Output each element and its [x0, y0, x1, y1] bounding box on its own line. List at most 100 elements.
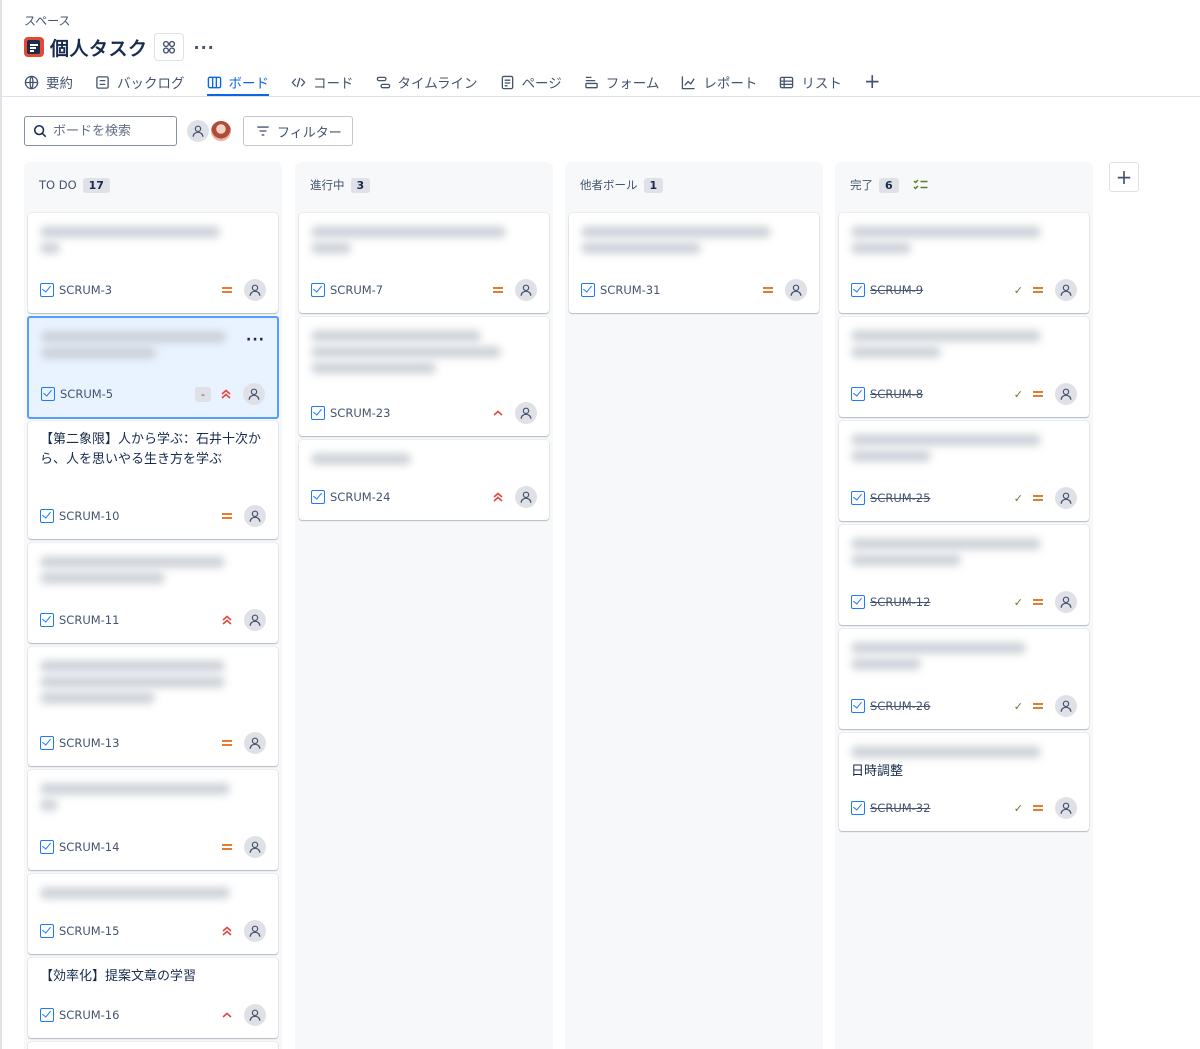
backlog-icon: [96, 75, 109, 89]
assignee-avatar[interactable]: [244, 505, 266, 527]
column-header: 進行中 3: [310, 177, 371, 193]
assignee-avatar[interactable]: [515, 402, 537, 424]
card-scrum-24[interactable]: SCRUM-24: [299, 440, 549, 520]
done-check-icon: ✓: [1013, 283, 1023, 297]
filter-label: フィルター: [277, 125, 342, 141]
done-checklist-icon: [913, 179, 928, 190]
task-type-icon: [851, 699, 865, 713]
tab-forms-label: フォーム: [605, 76, 660, 92]
card-scrum-12[interactable]: SCRUM-12 ✓: [839, 525, 1089, 625]
user-icon: [520, 407, 532, 419]
space-breadcrumb[interactable]: スペース: [24, 12, 71, 29]
assignee-avatar[interactable]: [244, 920, 266, 942]
card-scrum-23[interactable]: SCRUM-23: [299, 317, 549, 436]
card-scrum-8[interactable]: SCRUM-8 ✓: [839, 317, 1089, 417]
tabs-divider: [0, 96, 1200, 97]
card-scrum-3[interactable]: SCRUM-3: [28, 213, 278, 313]
tab-summary[interactable]: 要約: [24, 70, 73, 94]
tab-backlog[interactable]: バックログ: [95, 70, 185, 94]
column-count: 3: [350, 177, 371, 193]
card-scrum-11[interactable]: SCRUM-11: [28, 543, 278, 643]
card-scrum-7[interactable]: SCRUM-7: [299, 213, 549, 313]
assignee-avatar[interactable]: [244, 279, 266, 301]
team-button[interactable]: [153, 33, 184, 61]
issue-key[interactable]: SCRUM-23: [330, 406, 390, 420]
card-scrum-15[interactable]: SCRUM-15: [28, 874, 278, 954]
assignee-avatar[interactable]: [244, 1004, 266, 1026]
tab-forms[interactable]: フォーム: [584, 70, 660, 94]
issue-key[interactable]: SCRUM-16: [59, 1008, 119, 1022]
card-scrum-9[interactable]: SCRUM-9 ✓: [839, 213, 1089, 313]
tab-pages[interactable]: ページ: [500, 70, 562, 94]
estimate-badge[interactable]: -: [195, 386, 211, 402]
card-summary-blurred: [311, 449, 535, 469]
assignee-filter-avatar[interactable]: [187, 120, 209, 142]
issue-key[interactable]: SCRUM-9: [870, 283, 923, 297]
issue-key[interactable]: SCRUM-14: [59, 840, 119, 854]
issue-key[interactable]: SCRUM-32: [870, 801, 930, 815]
assignee-avatar[interactable]: [1055, 279, 1077, 301]
assignee-avatar[interactable]: [1055, 695, 1077, 717]
column-header: 完了 6: [850, 177, 929, 193]
card-scrum-31[interactable]: SCRUM-31: [569, 213, 819, 313]
tab-summary-label: 要約: [46, 76, 73, 92]
card-scrum-10[interactable]: 【第二象限】人から学ぶ：石井十次から、人を思いやる生き方を学ぶ SCRUM-10: [28, 421, 278, 539]
card-scrum-5[interactable]: ··· SCRUM-5 -: [27, 316, 279, 419]
task-type-icon: [40, 283, 54, 297]
add-column-button[interactable]: +: [1109, 162, 1139, 192]
assignee-avatar[interactable]: [1055, 797, 1077, 819]
assignee-avatar[interactable]: [515, 279, 537, 301]
card-partial[interactable]: [28, 1042, 278, 1049]
assignee-avatar[interactable]: [515, 486, 537, 508]
issue-key[interactable]: SCRUM-24: [330, 490, 390, 504]
card-summary-blurred: [851, 222, 1075, 258]
tab-timeline[interactable]: タイムライン: [376, 70, 478, 94]
card-footer: SCRUM-32 ✓: [851, 797, 1077, 819]
issue-key[interactable]: SCRUM-26: [870, 699, 930, 713]
project-title: 個人タスク: [50, 37, 148, 60]
issue-key[interactable]: SCRUM-25: [870, 491, 930, 505]
card-summary-blurred: [40, 779, 264, 815]
issue-key[interactable]: SCRUM-12: [870, 595, 930, 609]
assignee-avatar[interactable]: [1055, 383, 1077, 405]
card-scrum-16[interactable]: 【効率化】提案文章の学習 SCRUM-16: [28, 958, 278, 1038]
issue-key[interactable]: SCRUM-31: [600, 283, 660, 297]
tab-board[interactable]: ボード: [206, 70, 269, 96]
tab-code[interactable]: コード: [291, 70, 354, 94]
more-actions-button[interactable]: ···: [194, 38, 215, 57]
assignee-avatar[interactable]: [785, 279, 807, 301]
user-icon: [1060, 596, 1072, 608]
issue-key[interactable]: SCRUM-15: [59, 924, 119, 938]
card-scrum-14[interactable]: SCRUM-14: [28, 770, 278, 870]
assignee-avatar[interactable]: [1055, 487, 1077, 509]
task-type-icon: [311, 490, 325, 504]
tab-list[interactable]: リスト: [779, 70, 842, 94]
assignee-avatar[interactable]: [244, 836, 266, 858]
card-scrum-26[interactable]: SCRUM-26 ✓: [839, 629, 1089, 729]
user-avatar[interactable]: [210, 120, 232, 142]
assignee-avatar[interactable]: [1055, 591, 1077, 613]
card-scrum-13[interactable]: SCRUM-13: [28, 647, 278, 766]
issue-key[interactable]: SCRUM-10: [59, 509, 119, 523]
assignee-avatar[interactable]: [244, 609, 266, 631]
card-scrum-32[interactable]: 日時調整 SCRUM-32 ✓: [839, 733, 1089, 831]
issue-key[interactable]: SCRUM-11: [59, 613, 119, 627]
issue-key[interactable]: SCRUM-5: [60, 387, 113, 401]
issue-key[interactable]: SCRUM-3: [59, 283, 112, 297]
add-tab-button[interactable]: +: [864, 70, 881, 94]
issue-key[interactable]: SCRUM-8: [870, 387, 923, 401]
assignee-avatar[interactable]: [243, 383, 265, 405]
card-more-button[interactable]: ···: [246, 332, 265, 348]
board-search[interactable]: [24, 116, 177, 146]
card-scrum-25[interactable]: SCRUM-25 ✓: [839, 421, 1089, 521]
issue-key[interactable]: SCRUM-7: [330, 283, 383, 297]
priority-medium-icon: [761, 283, 775, 297]
filter-button[interactable]: フィルター: [243, 116, 353, 146]
issue-key[interactable]: SCRUM-13: [59, 736, 119, 750]
tab-reports[interactable]: レポート: [681, 70, 757, 94]
search-input[interactable]: [53, 123, 163, 139]
done-check-icon: ✓: [1013, 491, 1023, 505]
tab-pages-label: ページ: [521, 76, 562, 92]
card-footer: SCRUM-31: [581, 279, 807, 301]
assignee-avatar[interactable]: [244, 732, 266, 754]
